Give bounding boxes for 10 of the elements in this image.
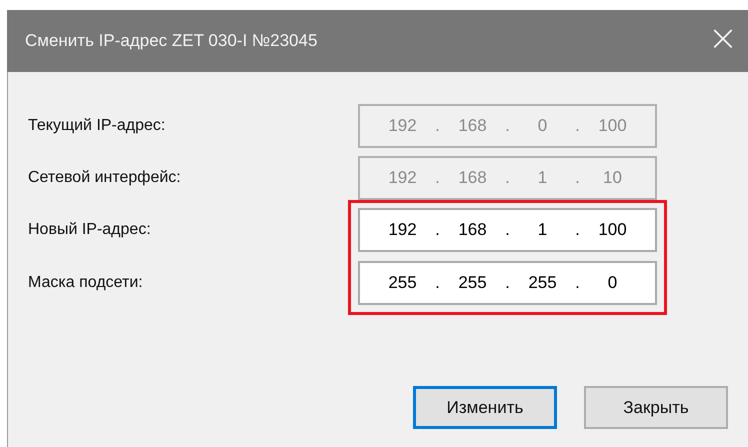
ip-address-field[interactable]: 255 . 255 . 255 . 0 (358, 261, 657, 305)
field-label: Сетевой интерфейс: (28, 169, 182, 187)
ip-address-field[interactable]: 192 . 168 . 1 . 100 (358, 208, 657, 252)
dialog-button[interactable]: Изменить (413, 386, 557, 429)
field-label: Маска подсети: (28, 273, 144, 293)
window-title: Сменить IP-адрес ZET 030-I №23045 (25, 31, 318, 51)
field-label: Текущий IP-адрес: (28, 117, 166, 135)
dialog-button[interactable]: Закрыть (584, 386, 728, 429)
close-button[interactable]: × (698, 21, 748, 61)
field-label: Новый IP-адрес: (28, 220, 152, 240)
